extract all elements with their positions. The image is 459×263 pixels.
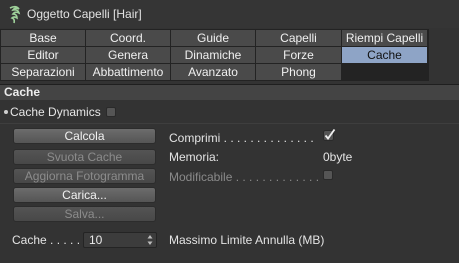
tab-genera[interactable]: Genera [86,47,170,63]
cache-size-label: Cache . . . . . [12,233,81,247]
tab-phong[interactable]: Phong [256,64,341,80]
aggiorna-fotogramma-button[interactable]: Aggiorna Fotogramma [13,168,156,184]
tab-coord[interactable]: Coord. [86,30,170,46]
comprimi-label: Comprimi . . . . . . . . . . . . . . [169,131,314,145]
stepper-arrows-icon[interactable] [147,234,153,246]
cache-size-input[interactable]: 10 [83,232,157,248]
modificabile-checkbox[interactable] [323,170,333,180]
cache-dynamics-row: Cache Dynamics [0,103,116,121]
animation-dot-icon[interactable] [4,110,8,114]
tab-editor[interactable]: Editor [1,47,85,63]
window-title: Oggetto Capelli [Hair] [27,7,142,21]
tab-riempi-capelli[interactable]: Riempi Capelli [342,30,427,46]
tab-bar: Base Coord. Guide Capelli Riempi Capelli… [0,29,429,81]
svuota-cache-button[interactable]: Svuota Cache [13,149,156,165]
memoria-label: Memoria: [169,150,220,164]
tab-capelli[interactable]: Capelli [256,30,341,46]
tab-dinamiche[interactable]: Dinamiche [171,47,255,63]
carica-button[interactable]: Carica... [13,187,156,203]
memoria-value: 0byte [323,150,353,164]
hair-object-icon [7,4,23,24]
cache-limit-text: Massimo Limite Annulla (MB) [169,233,325,247]
tab-base[interactable]: Base [1,30,85,46]
checkmark-icon [323,128,336,141]
calcola-button[interactable]: Calcola [13,128,156,144]
comprimi-checkbox[interactable] [323,128,336,141]
divider [0,123,459,124]
tab-guide[interactable]: Guide [171,30,255,46]
cache-dynamics-checkbox[interactable] [105,107,116,117]
tab-avanzato[interactable]: Avanzato [171,64,255,80]
tab-forze[interactable]: Forze [256,47,341,63]
section-title: Cache [0,84,459,100]
cache-size-value: 10 [89,233,103,247]
tab-abbattimento[interactable]: Abbattimento [86,64,170,80]
tab-cache[interactable]: Cache [342,47,427,63]
cache-dynamics-label: Cache Dynamics [10,105,101,119]
tab-separazioni[interactable]: Separazioni [1,64,85,80]
salva-button[interactable]: Salva... [13,206,156,222]
modificabile-label: Modificabile . . . . . . . . . . . . . [169,170,320,184]
title-bar: Oggetto Capelli [Hair] [0,0,459,28]
